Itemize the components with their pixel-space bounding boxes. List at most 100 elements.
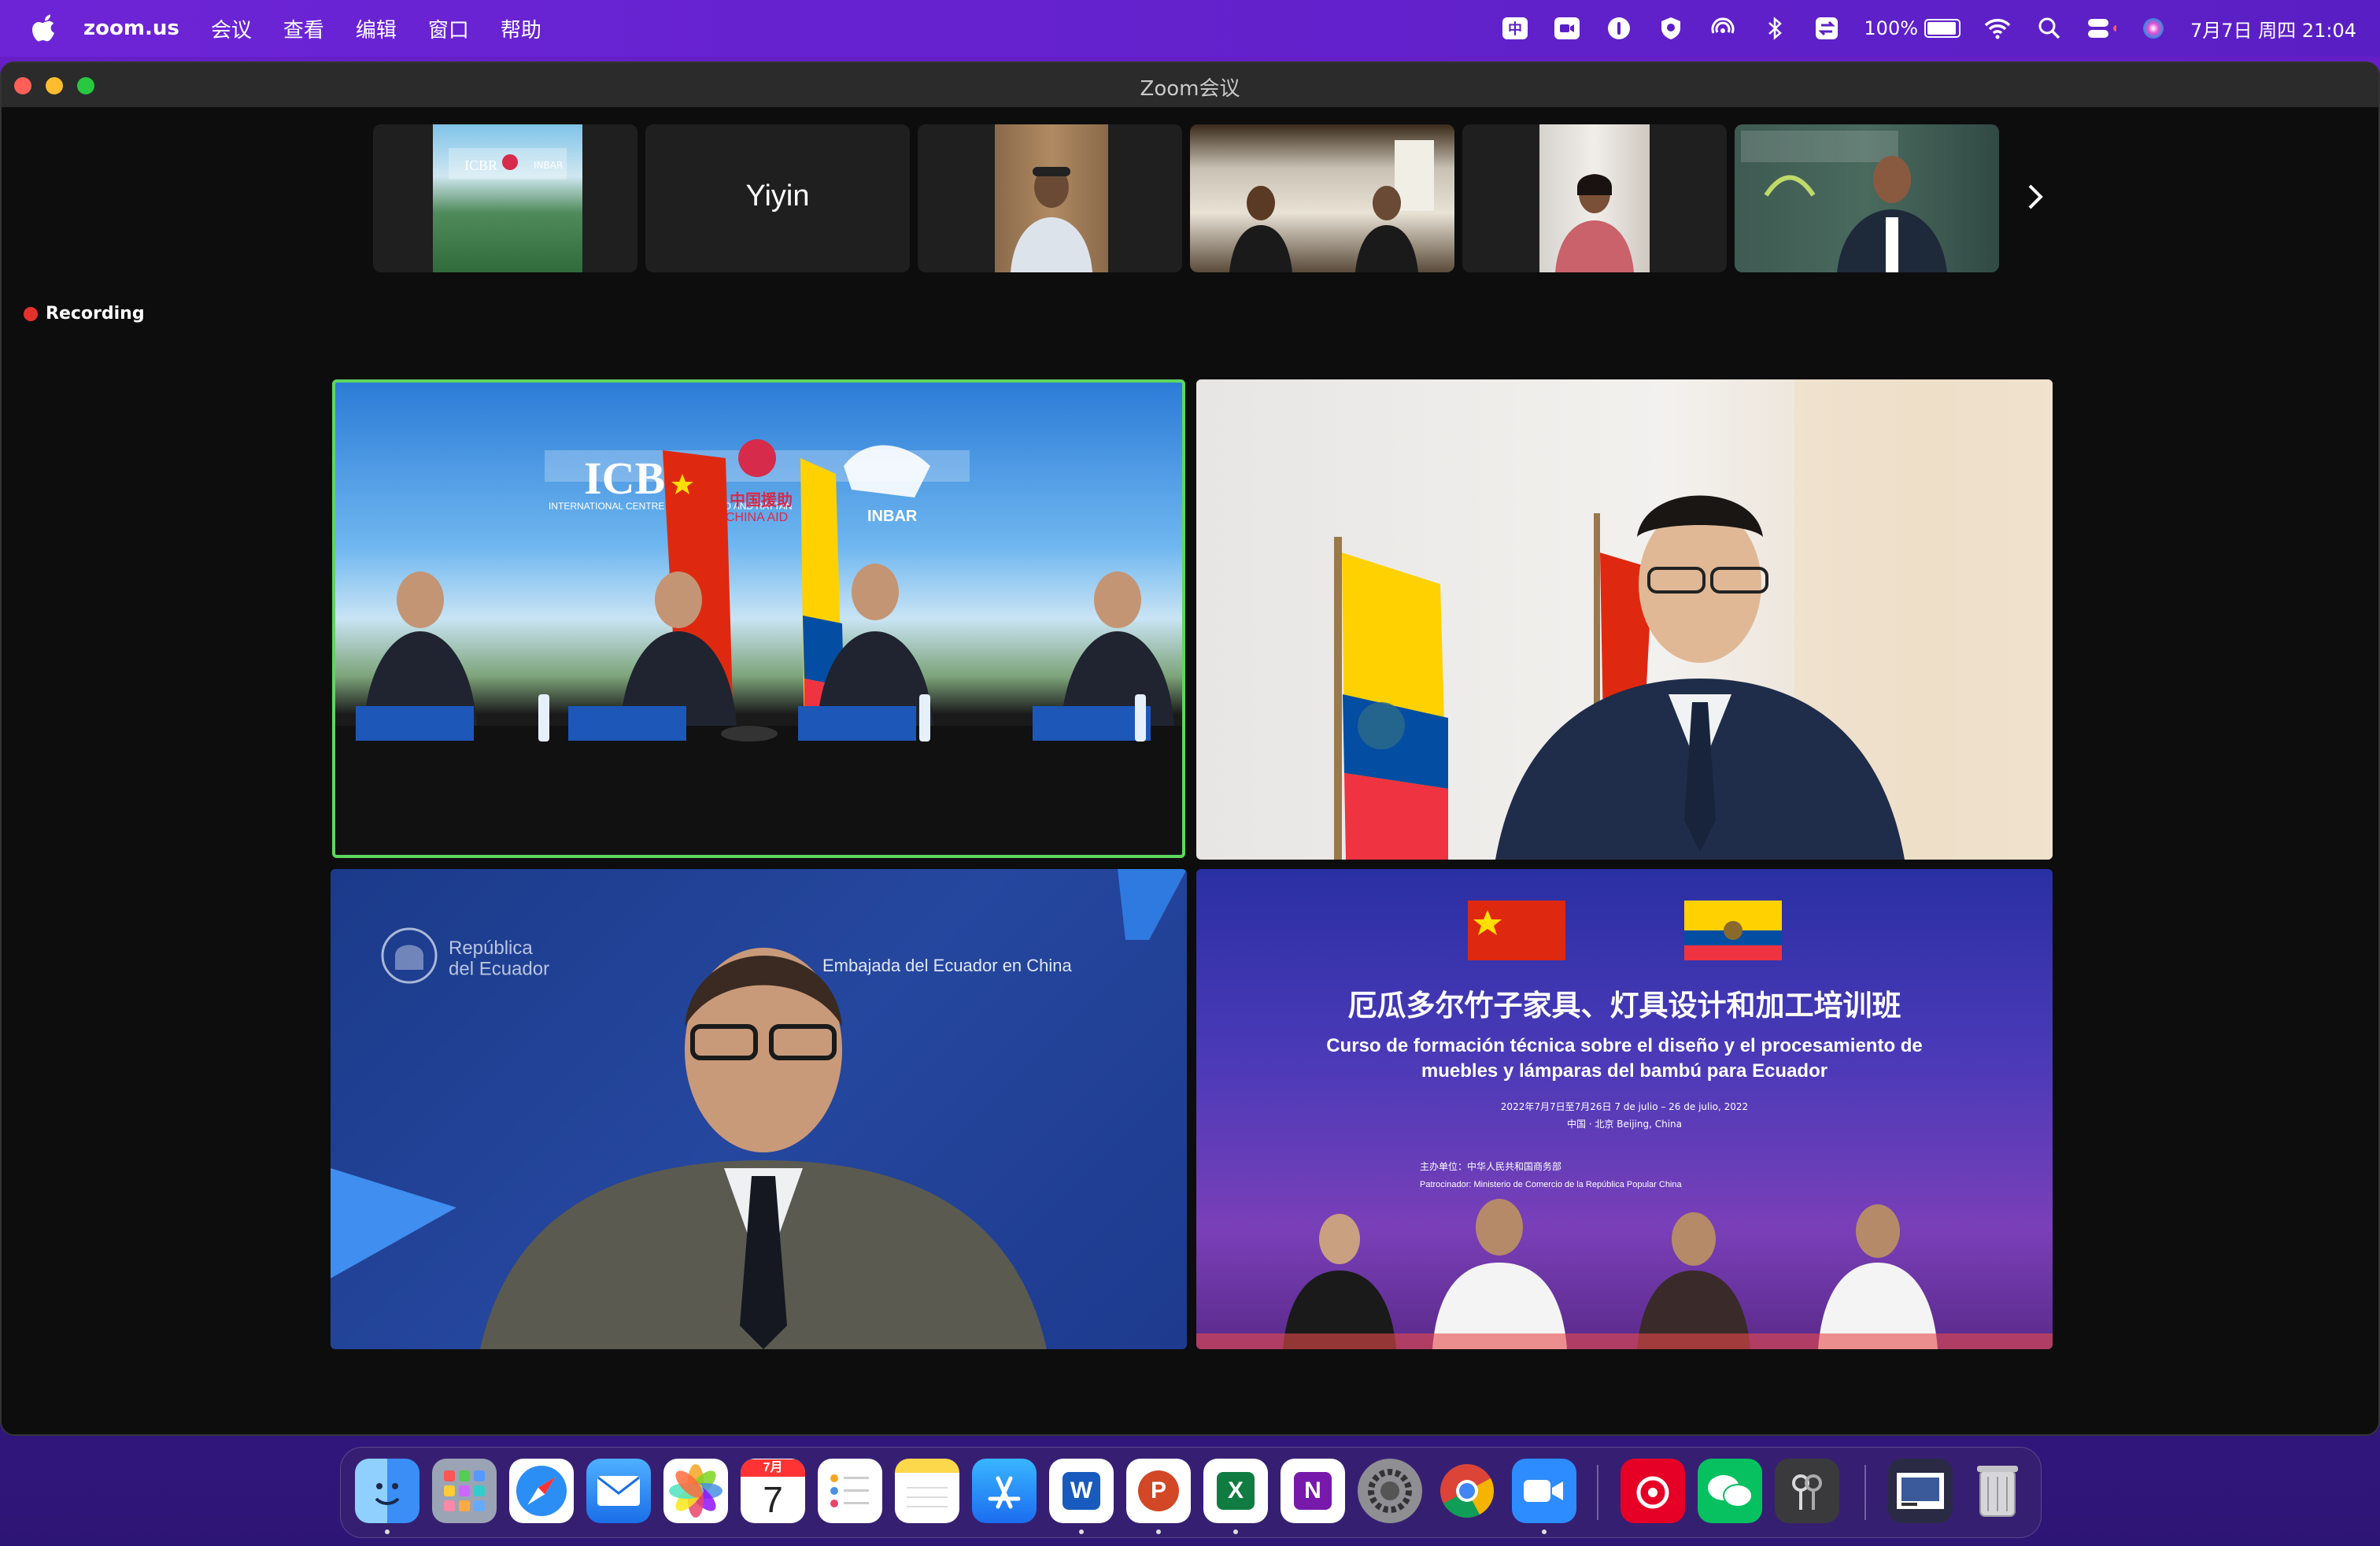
input-method-icon[interactable]: 中 — [1500, 13, 1530, 43]
dock: 7月 7 W P X N — [340, 1447, 2042, 1538]
banner-patrocinador: Patrocinador: Ministerio de Comercio de … — [1420, 1180, 1682, 1189]
banner-dates: 2022年7月7日至7月26日 7 de julio – 26 de julio… — [1501, 1101, 1748, 1112]
running-indicator — [1156, 1529, 1161, 1534]
banner-title-es-2: muebles y lámparas del bambú para Ecuado… — [1421, 1060, 1828, 1082]
video-scene: ICBR INTERNATIONAL CENTRE FOR BAMBOO AND… — [332, 439, 1185, 858]
zoom-meeting-window: Zoom会议 ICBR INBAR Yiyin Recording ICBR I… — [0, 61, 2380, 1436]
menu-bar: zoom.us 会议 查看 编辑 窗口 帮助 中 100% 7月7日 周四 21… — [0, 0, 2380, 57]
accessibility-icon[interactable] — [1604, 13, 1634, 43]
netease-music-icon[interactable] — [1621, 1459, 1685, 1523]
calendar-icon[interactable]: 7月 7 — [741, 1459, 805, 1523]
system-settings-icon[interactable] — [1358, 1459, 1422, 1523]
recording-dot-icon — [24, 306, 38, 321]
calendar-day: 7 — [763, 1479, 783, 1520]
participant-video: ICBR INBAR — [433, 124, 582, 272]
keychain-icon[interactable] — [1775, 1459, 1839, 1523]
onenote-icon[interactable]: N — [1281, 1459, 1345, 1523]
onenote-letter: N — [1294, 1472, 1332, 1510]
word-icon[interactable]: W — [1049, 1459, 1114, 1523]
dock-separator — [1864, 1465, 1866, 1520]
screenshot-icon[interactable] — [1888, 1459, 1953, 1523]
participant-video — [995, 124, 1108, 272]
spotlight-search-icon[interactable] — [2034, 13, 2064, 43]
running-indicator — [1233, 1529, 1238, 1534]
siri-icon[interactable] — [2138, 13, 2168, 43]
participant-thumbnail[interactable] — [1190, 124, 1454, 272]
china-aid-en: CHINA AID — [726, 511, 788, 524]
word-letter: W — [1062, 1472, 1100, 1510]
airdrop-icon[interactable] — [1708, 13, 1738, 43]
window-title: Zoom会议 — [1140, 77, 1240, 101]
thumbnail-next-arrow-icon[interactable] — [2016, 173, 2056, 220]
photos-icon[interactable] — [663, 1459, 728, 1523]
safari-icon[interactable] — [509, 1459, 574, 1523]
participant-video — [1190, 124, 1454, 272]
launchpad-icon[interactable] — [432, 1459, 497, 1523]
battery-icon — [1924, 19, 1961, 38]
banner-place: 中国 · 北京 Beijing, China — [1567, 1118, 1682, 1130]
recording-indicator[interactable]: Recording — [24, 304, 145, 324]
notes-icon[interactable] — [895, 1459, 959, 1523]
calendar-month: 7月 — [741, 1459, 805, 1477]
menu-meeting[interactable]: 会议 — [211, 14, 252, 43]
participant-video — [1735, 124, 1999, 272]
banner-title-es-1: Curso de formación técnica sobre el dise… — [1326, 1035, 1923, 1056]
dock-separator — [1597, 1465, 1598, 1520]
window-titlebar[interactable]: Zoom会议 — [2, 63, 2378, 108]
app-store-icon[interactable] — [972, 1459, 1037, 1523]
mail-icon[interactable] — [586, 1459, 651, 1523]
menu-view[interactable]: 查看 — [283, 14, 324, 43]
participant-thumbnail-name-only[interactable]: Yiyin — [645, 124, 910, 272]
menu-app-name[interactable]: zoom.us — [83, 17, 179, 40]
menu-window[interactable]: 窗口 — [428, 14, 469, 43]
recording-label: Recording — [46, 304, 145, 324]
running-indicator — [1079, 1529, 1084, 1534]
video-tile[interactable]: 厄瓜多尔竹子家具、灯具设计和加工培训班 Curso de formación t… — [1196, 869, 2053, 1349]
shield-icon[interactable] — [1656, 13, 1686, 43]
video-tile[interactable]: República del Ecuador Embajada del Ecuado… — [331, 869, 1187, 1349]
running-indicator — [1542, 1529, 1547, 1534]
embajada-label: Embajada del Ecuador en China — [822, 956, 1073, 975]
zoom-icon[interactable] — [1512, 1459, 1576, 1523]
video-tile[interactable] — [1196, 379, 2053, 860]
participant-thumbnail[interactable] — [918, 124, 1182, 272]
svg-text:中: 中 — [1508, 20, 1522, 38]
excel-letter: X — [1217, 1472, 1255, 1510]
sync-icon[interactable] — [1812, 13, 1842, 43]
menubar-clock[interactable]: 7月7日 周四 21:04 — [2190, 15, 2356, 43]
powerpoint-icon[interactable]: P — [1126, 1459, 1191, 1523]
status-area: 中 100% 7月7日 周四 21:04 — [1500, 0, 2356, 57]
wifi-icon[interactable] — [1983, 13, 2012, 43]
inbar-logo-text: INBAR — [867, 508, 918, 525]
finder-icon[interactable] — [355, 1459, 419, 1523]
bluetooth-icon[interactable] — [1760, 13, 1790, 43]
wechat-icon[interactable] — [1698, 1459, 1762, 1523]
participant-thumbnail[interactable] — [1462, 124, 1727, 272]
svg-text:INBAR: INBAR — [534, 160, 563, 171]
video-scene — [1334, 379, 2053, 860]
panel-participants — [364, 564, 1174, 726]
battery-percent: 100% — [1864, 17, 1919, 39]
apple-menu-icon[interactable] — [28, 13, 60, 44]
chrome-icon[interactable] — [1435, 1459, 1499, 1523]
participant-thumbnail[interactable]: ICBR INBAR — [373, 124, 638, 272]
participant-name: Yiyin — [745, 179, 810, 213]
banner-host: 主办单位：中华人民共和国商务部 — [1420, 1160, 1561, 1172]
control-center-icon[interactable] — [2086, 13, 2117, 43]
video-tile-active-speaker[interactable]: ICBR INTERNATIONAL CENTRE FOR BAMBOO AND… — [332, 379, 1185, 858]
participant-thumbnail[interactable] — [1735, 124, 1999, 272]
menu-edit[interactable]: 编辑 — [356, 14, 397, 43]
zoom-status-icon[interactable] — [1552, 13, 1582, 43]
reminders-icon[interactable] — [818, 1459, 882, 1523]
china-aid-zh: 中国援助 — [730, 490, 793, 509]
svg-text:ICBR: ICBR — [464, 157, 497, 173]
powerpoint-letter: P — [1138, 1470, 1179, 1511]
menu-help[interactable]: 帮助 — [501, 14, 541, 43]
battery-status[interactable]: 100% — [1864, 17, 1961, 39]
excel-icon[interactable]: X — [1203, 1459, 1268, 1523]
participant-video — [1539, 124, 1650, 272]
banner-title-zh: 厄瓜多尔竹子家具、灯具设计和加工培训班 — [1348, 989, 1901, 1023]
running-indicator — [385, 1529, 390, 1534]
republica-label: República del Ecuador — [449, 938, 549, 979]
trash-icon[interactable] — [1965, 1459, 2030, 1523]
